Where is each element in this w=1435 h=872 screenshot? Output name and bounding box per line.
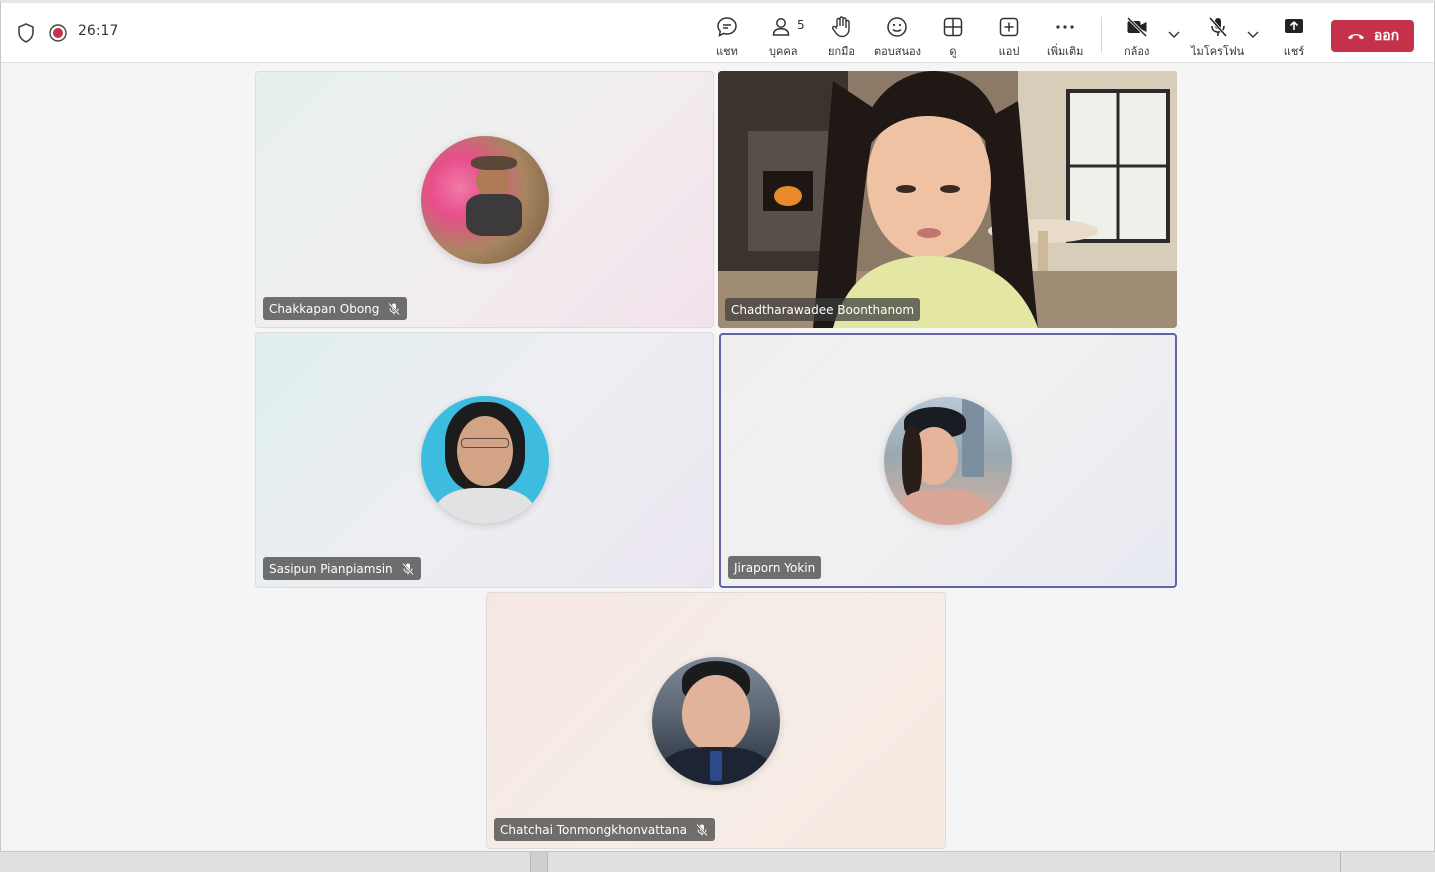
toolbar-divider — [1101, 17, 1102, 53]
avatar-face — [682, 674, 750, 753]
participant-avatar — [884, 396, 1012, 525]
teams-meeting-window: 26:17 แชท 5 บุคคล ยกมือ ตอบสนอง ดู แอป เ… — [0, 0, 1435, 852]
people-button[interactable]: 5 บุคคล — [769, 15, 805, 60]
participant-name: Sasipun Pianpiamsin — [269, 561, 393, 576]
raise-hand-icon — [832, 16, 851, 38]
people-count: 5 — [797, 18, 805, 32]
mic-options-chevron-icon[interactable] — [1246, 27, 1260, 41]
camera-options-chevron-icon[interactable] — [1167, 27, 1181, 41]
apps-label: แอป — [998, 45, 1020, 58]
participant-tile[interactable]: Chakkapan Obong — [255, 71, 714, 328]
react-label: ตอบสนอง — [874, 45, 921, 58]
participant-nameplate: Jiraporn Yokin — [728, 556, 822, 579]
avatar-body — [465, 193, 522, 236]
avatar-tie — [710, 750, 722, 781]
recording-icon — [49, 24, 67, 42]
leave-label: ออก — [1373, 27, 1400, 43]
mic-off-icon — [1208, 17, 1227, 37]
participant-tile[interactable]: Sasipun Pianpiamsin — [255, 332, 714, 588]
participant-name: Chakkapan Obong — [269, 301, 380, 316]
avatar-hair — [902, 426, 922, 497]
apps-button[interactable]: แอป — [997, 15, 1021, 60]
taskbar-edge — [0, 852, 1435, 872]
chat-label: แชท — [716, 45, 738, 58]
participant-video-feed — [718, 71, 1177, 328]
participant-avatar — [652, 656, 780, 785]
mic-button[interactable]: ไมโครโฟน — [1191, 15, 1244, 60]
mic-muted-icon — [401, 562, 414, 575]
shield-icon[interactable] — [17, 23, 35, 43]
grid-view-icon — [943, 17, 963, 37]
avatar-glasses — [460, 438, 509, 448]
more-label: เพิ่มเติม — [1047, 45, 1084, 58]
raise-hand-label: ยกมือ — [828, 45, 855, 58]
participant-avatar — [420, 135, 549, 264]
participant-avatar — [420, 396, 549, 524]
participant-tile-active-speaker[interactable]: Jiraporn Yokin — [719, 333, 1177, 588]
meeting-timer: 26:17 — [78, 23, 119, 39]
camera-label: กล้อง — [1124, 45, 1150, 58]
participant-nameplate: Chakkapan Obong — [263, 297, 408, 320]
raise-hand-button[interactable]: ยกมือ — [828, 15, 855, 60]
smiley-icon — [887, 17, 908, 37]
participant-video-tile[interactable]: Chadtharawadee Boonthanom — [718, 71, 1177, 328]
participant-name: Jiraporn Yokin — [734, 560, 816, 575]
avatar-hat — [470, 155, 517, 170]
more-button[interactable]: เพิ่มเติม — [1047, 15, 1083, 60]
people-icon — [772, 18, 790, 36]
view-button[interactable]: ดู — [941, 15, 965, 60]
meeting-toolbar: 26:17 แชท 5 บุคคล ยกมือ ตอบสนอง ดู แอป เ… — [1, 3, 1434, 63]
leave-button[interactable]: ออก — [1331, 20, 1414, 52]
avatar-body — [434, 488, 535, 524]
camera-button[interactable]: กล้อง — [1124, 15, 1149, 60]
mic-muted-icon — [388, 302, 401, 315]
mic-label: ไมโครโฟน — [1191, 45, 1245, 58]
participant-name: Chatchai Tonmongkhonvattana — [500, 822, 687, 837]
view-label: ดู — [949, 45, 957, 58]
share-screen-icon — [1285, 19, 1303, 33]
avatar-building — [962, 396, 984, 477]
chat-button[interactable]: แชท — [715, 15, 739, 60]
people-label: บุคคล — [769, 45, 798, 58]
participant-nameplate: Chatchai Tonmongkhonvattana — [494, 818, 715, 841]
share-label: แชร์ — [1283, 45, 1305, 58]
hang-up-icon — [1347, 34, 1364, 40]
background-window-divider — [1340, 852, 1341, 872]
avatar-body — [898, 488, 988, 525]
more-icon — [1056, 25, 1074, 29]
camera-off-icon — [1126, 16, 1147, 38]
background-window-edge — [530, 852, 548, 872]
participant-name: Chadtharawadee Boonthanom — [731, 302, 915, 317]
mic-muted-icon — [696, 823, 708, 836]
participant-tile[interactable]: Chatchai Tonmongkhonvattana — [486, 592, 946, 849]
react-button[interactable]: ตอบสนอง — [874, 15, 921, 60]
participant-nameplate: Chadtharawadee Boonthanom — [725, 298, 921, 321]
avatar-face — [456, 416, 513, 486]
chat-icon — [717, 17, 737, 37]
share-button[interactable]: แชร์ — [1282, 15, 1306, 60]
add-app-icon — [999, 17, 1019, 37]
participant-nameplate: Sasipun Pianpiamsin — [263, 557, 421, 580]
